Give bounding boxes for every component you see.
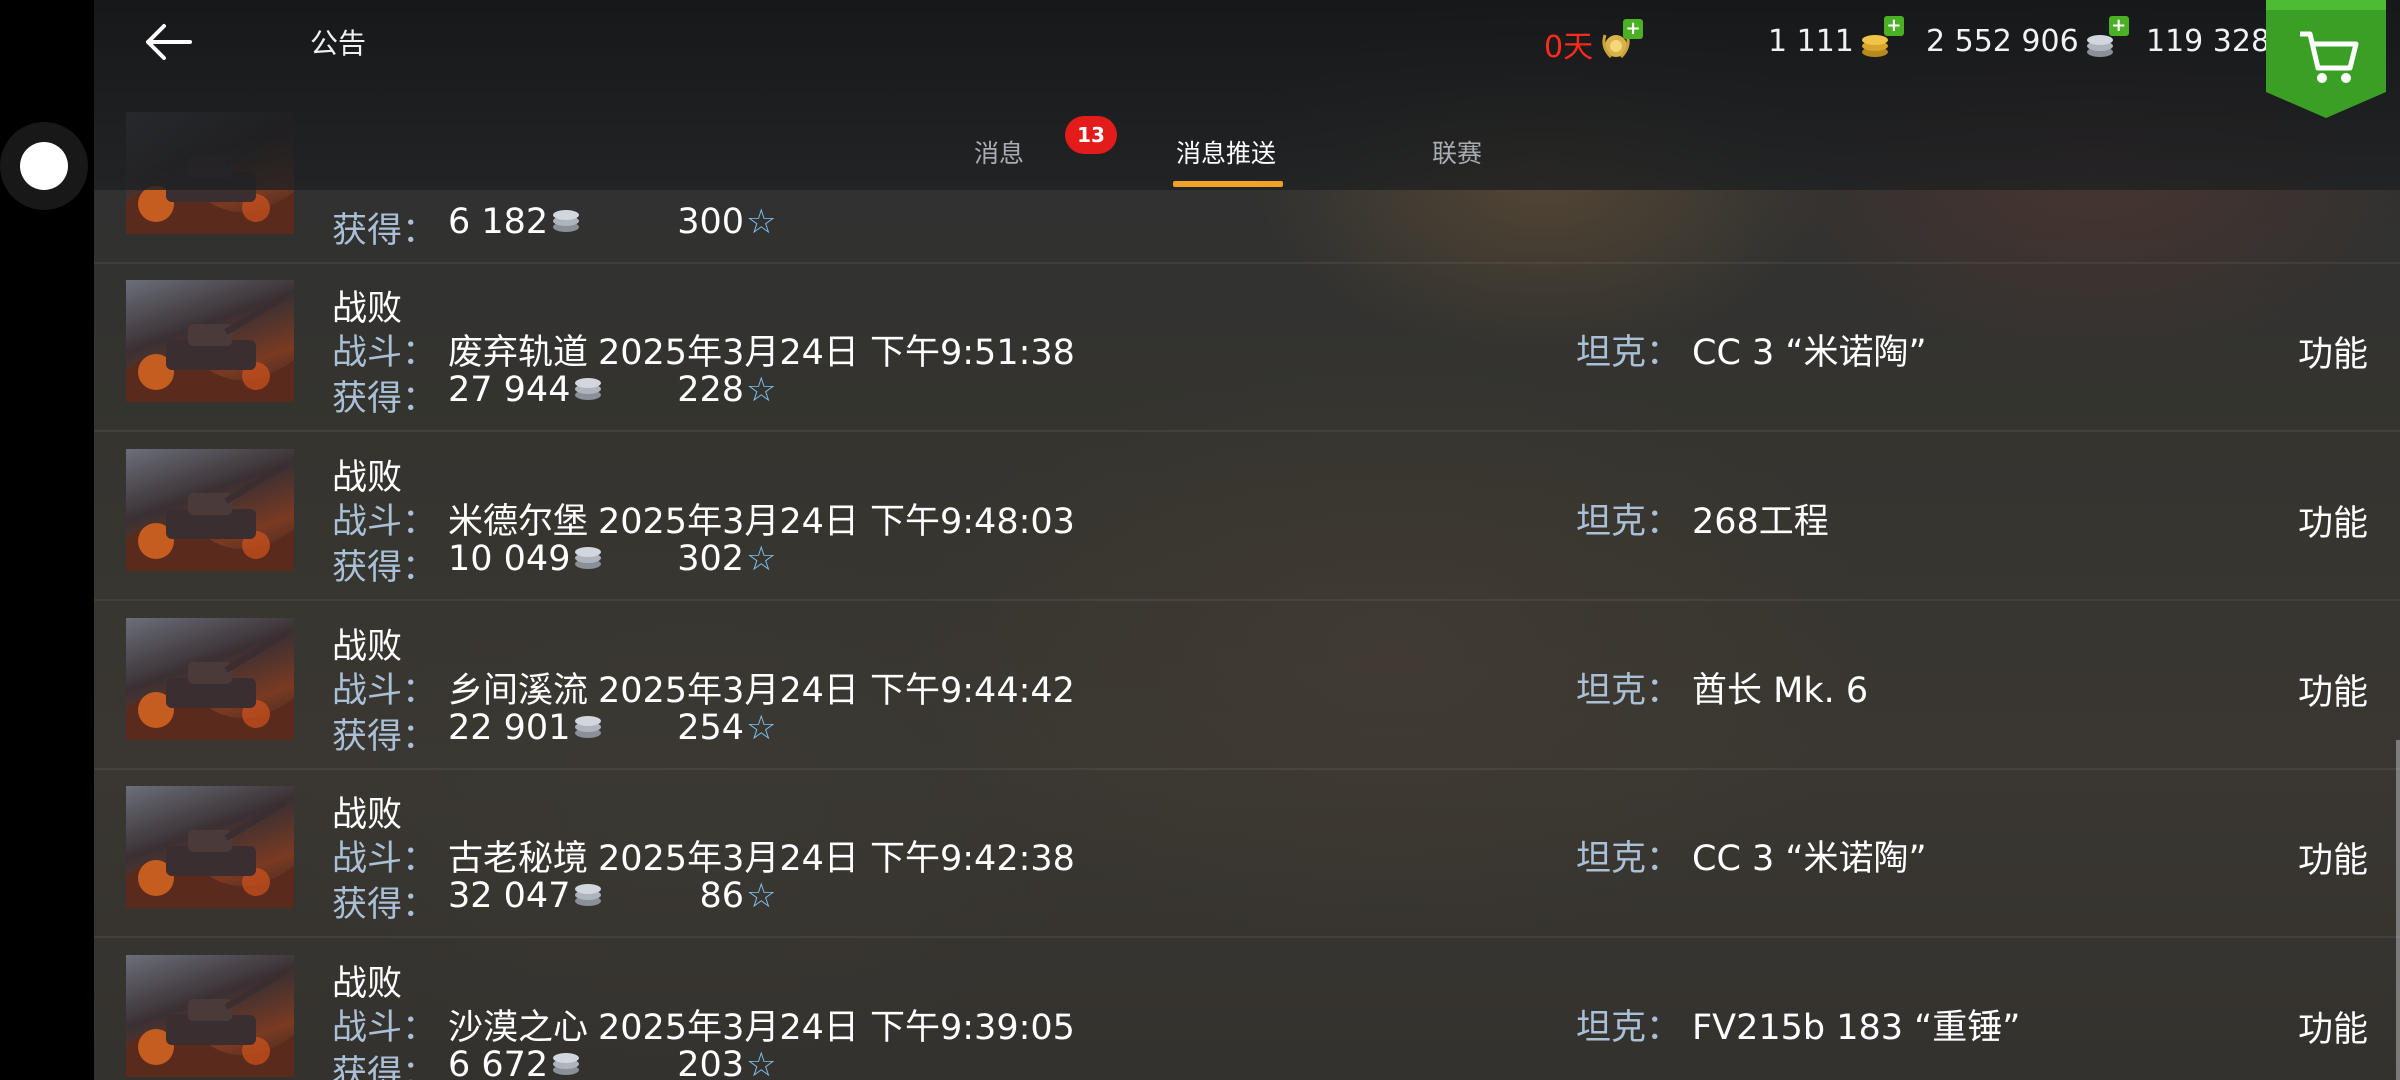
battle-datetime: 2025年3月24日 下午9:42:38 <box>598 839 1075 879</box>
battle-map: 乡间溪流 <box>448 671 589 711</box>
action-button[interactable]: 功能 <box>2298 832 2368 883</box>
battle-map: 米德尔堡 <box>448 502 589 542</box>
silver-icon <box>570 708 604 748</box>
page-title: 公告 <box>310 27 367 60</box>
app-screen: 获得： 6 182 300 ☆ 战败 战斗： 废弃轨道 2025年3月24日 下午9:51:3… <box>94 0 2400 1080</box>
tab-push-messages[interactable]: 消息推送 <box>1176 134 1276 170</box>
action-button[interactable]: 功能 <box>2298 326 2368 377</box>
credits-earned: 32 047 <box>448 876 604 916</box>
tab-league[interactable]: 联赛 <box>1432 134 1482 170</box>
battle-label: 战斗： <box>332 333 438 373</box>
plus-icon[interactable]: + <box>2108 16 2129 36</box>
earned-label: 获得： <box>332 548 438 588</box>
action-button[interactable]: 功能 <box>2298 1001 2368 1052</box>
battle-datetime: 2025年3月24日 下午9:48:03 <box>598 502 1075 542</box>
top-bar: 公告 0天 + 1 111 + 2 552 906 + 119 328 消息 消… <box>94 0 2400 190</box>
silver-icon <box>570 370 604 410</box>
battle-datetime: 2025年3月24日 下午9:51:38 <box>598 333 1075 373</box>
tank-name: CC 3 “米诺陶” <box>1692 333 1927 373</box>
star-icon: ☆ <box>746 202 777 242</box>
battle-datetime: 2025年3月24日 下午9:39:05 <box>598 1008 1075 1048</box>
unread-count-badge: 13 <box>1065 116 1117 154</box>
star-icon: ☆ <box>746 876 777 916</box>
gold-balance[interactable]: 1 111 + <box>1768 16 1904 60</box>
tab-messages[interactable]: 消息 <box>974 134 1024 170</box>
credits-earned: 6 672 <box>448 1045 582 1080</box>
tank-name: FV215b 183 “重锤” <box>1692 1008 2021 1048</box>
battle-map: 废弃轨道 <box>448 333 589 373</box>
earned-label: 获得： <box>332 717 438 757</box>
list-item[interactable]: 战败 战斗： 沙漠之心 2025年3月24日 下午9:39:05 坦克： FV215b 1… <box>94 937 2400 1080</box>
floating-toggle-button[interactable] <box>0 122 88 210</box>
scrollbar[interactable] <box>2396 740 2400 1080</box>
action-button[interactable]: 功能 <box>2298 495 2368 546</box>
battle-map: 古老秘境 <box>448 839 589 879</box>
xp-earned: 254 ☆ <box>677 708 777 748</box>
tank-label: 坦克： <box>1576 839 1682 879</box>
battle-label: 战斗： <box>332 1008 438 1048</box>
battle-label: 战斗： <box>332 502 438 542</box>
list-item[interactable]: 战败 战斗： 乡间溪流 2025年3月24日 下午9:44:42 坦克： 酋长 Mk. 6… <box>94 600 2400 770</box>
silver-icon <box>570 876 604 916</box>
xp-earned: 203 ☆ <box>654 1045 776 1080</box>
action-button[interactable]: 功能 <box>2298 664 2368 715</box>
tank-label: 坦克： <box>1576 671 1682 711</box>
active-tab-indicator <box>1173 181 1283 187</box>
tank-name: 268工程 <box>1692 502 1829 542</box>
earned-label: 获得： <box>332 211 438 251</box>
tank-thumbnail <box>126 786 294 908</box>
xp-earned: 300 ☆ <box>677 202 777 242</box>
tank-label: 坦克： <box>1576 1008 1682 1048</box>
list-item[interactable]: 战败 战斗： 米德尔堡 2025年3月24日 下午9:48:03 坦克： 268工程 功能获… <box>94 431 2400 601</box>
plus-icon[interactable]: + <box>1883 16 1904 36</box>
star-icon: ☆ <box>746 708 777 748</box>
tank-name: CC 3 “米诺陶” <box>1692 839 1927 879</box>
arrow-left-icon <box>146 24 192 60</box>
xp-earned: 302 ☆ <box>677 539 777 579</box>
plus-icon[interactable]: + <box>1623 19 1644 39</box>
tank-label: 坦克： <box>1576 502 1682 542</box>
tank-thumbnail <box>126 955 294 1077</box>
silver-icon: + <box>2083 16 2129 60</box>
battle-map: 沙漠之心 <box>448 1008 589 1048</box>
battle-label: 战斗： <box>332 671 438 711</box>
xp-earned: 86 ☆ <box>699 876 777 916</box>
premium-days[interactable]: 0天 + <box>1544 19 1644 66</box>
tank-thumbnail <box>126 280 294 402</box>
silver-icon <box>570 539 604 579</box>
silver-icon <box>548 202 582 242</box>
credits-earned: 10 049 <box>448 539 604 579</box>
star-icon: ☆ <box>746 370 777 410</box>
tank-label: 坦克： <box>1576 333 1682 373</box>
credits-earned: 6 182 <box>448 202 582 242</box>
silver-balance[interactable]: 2 552 906 + <box>1926 16 2129 60</box>
cart-icon <box>2266 0 2386 118</box>
xp-earned: 228 ☆ <box>677 370 777 410</box>
credits-earned: 22 901 <box>448 708 604 748</box>
earned-label: 获得： <box>332 1054 438 1080</box>
credits-earned: 27 944 <box>448 370 604 410</box>
silver-icon <box>548 1045 582 1080</box>
back-button[interactable] <box>138 16 198 68</box>
toggle-knob <box>20 142 68 190</box>
shop-cart-button[interactable] <box>2266 0 2386 118</box>
premium-laurel-icon: + <box>1597 19 1644 63</box>
battle-label: 战斗： <box>332 839 438 879</box>
earned-label: 获得： <box>332 379 438 419</box>
tank-name: 酋长 Mk. 6 <box>1692 671 1869 711</box>
battle-datetime: 2025年3月24日 下午9:44:42 <box>598 671 1075 711</box>
earned-label: 获得： <box>332 885 438 925</box>
tank-thumbnail <box>126 449 294 571</box>
list-item[interactable]: 战败 战斗： 废弃轨道 2025年3月24日 下午9:51:38 坦克： CC 3 “米诺… <box>94 262 2400 432</box>
tank-thumbnail <box>126 618 294 740</box>
star-icon: ☆ <box>746 1045 777 1080</box>
star-icon: ☆ <box>746 539 777 579</box>
gold-icon: + <box>1858 16 1904 60</box>
list-item[interactable]: 战败 战斗： 古老秘境 2025年3月24日 下午9:42:38 坦克： CC 3 “米诺… <box>94 768 2400 938</box>
